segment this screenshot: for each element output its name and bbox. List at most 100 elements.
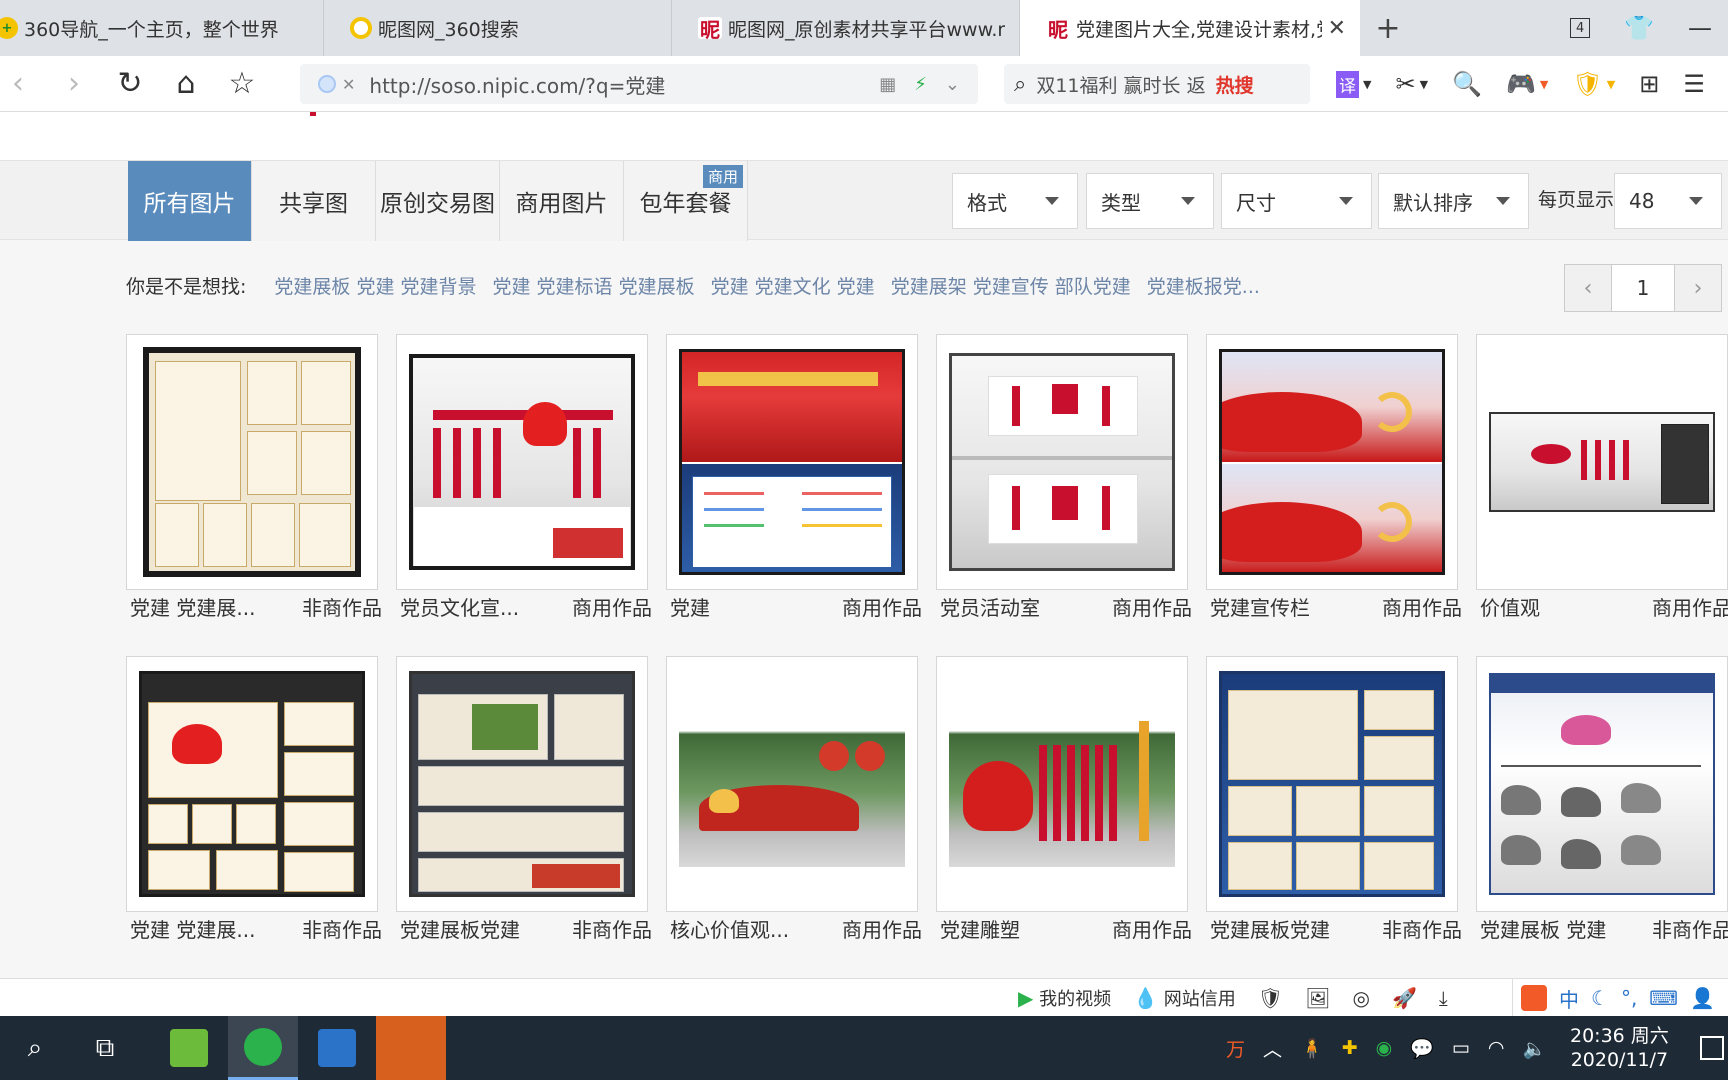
result-title[interactable]: 党建雕塑 — [940, 914, 1020, 944]
taskbar-app-360browser[interactable] — [228, 1016, 298, 1080]
result-thumbnail[interactable] — [409, 671, 635, 897]
volume-icon[interactable]: 🔈 — [1522, 1037, 1546, 1060]
tab-original-trade[interactable]: 原创交易图 — [376, 161, 500, 241]
result-thumbnail[interactable] — [1219, 671, 1445, 897]
tab-all-images[interactable]: 所有图片 — [128, 161, 252, 241]
home-button[interactable]: ⌂ — [158, 56, 214, 112]
result-thumbnail[interactable] — [139, 671, 365, 897]
speed-icon[interactable]: ◎ — [1353, 986, 1370, 1010]
user-icon[interactable]: 👤 — [1690, 986, 1715, 1010]
taskbar-app-wps[interactable] — [302, 1016, 372, 1080]
sogou-logo-icon[interactable] — [1521, 985, 1547, 1011]
result-thumbnail[interactable] — [949, 701, 1175, 867]
result-title[interactable]: 党员活动室 — [940, 592, 1040, 622]
suggestion-link[interactable]: 党建展架 党建宣传 部队党建 — [891, 272, 1131, 299]
battery-icon[interactable]: ▭ — [1452, 1037, 1470, 1059]
chevron-down-icon[interactable]: ⌄ — [945, 74, 960, 95]
result-thumbnail[interactable] — [1489, 673, 1715, 895]
tab-shared[interactable]: 共享图 — [252, 161, 376, 241]
scissors-icon[interactable]: ✂ ▼ — [1395, 70, 1428, 98]
menu-icon[interactable]: ☰ — [1683, 70, 1705, 98]
browser-tab-active[interactable]: 昵 党建图片大全,党建设计素材,党建 ✕ — [1020, 0, 1360, 56]
search-box[interactable]: ⌕ 双11福利 赢时长 返 热搜 — [1004, 64, 1310, 104]
result-card[interactable] — [396, 656, 648, 912]
game-icon[interactable]: 🎮 ▼ — [1506, 70, 1548, 98]
result-card[interactable] — [1206, 656, 1458, 912]
coin-icon[interactable]: 🛡 ▼ — [1572, 70, 1615, 98]
site-credit-button[interactable]: 💧 网站信用 — [1133, 985, 1236, 1011]
download-icon[interactable]: ⤓ — [1439, 986, 1448, 1010]
wechat-icon[interactable]: 💬 — [1410, 1037, 1434, 1060]
result-title[interactable]: 党建展板 党建 — [1480, 914, 1606, 944]
shirt-icon[interactable]: 👕 — [1624, 14, 1654, 42]
rocket-icon[interactable]: 🚀 — [1392, 986, 1417, 1010]
browser-tab-nipic[interactable]: 昵 昵图网_原创素材共享平台www.r — [672, 0, 1020, 56]
page-number-input[interactable]: 1 — [1611, 265, 1675, 311]
type-select[interactable]: 类型 — [1086, 173, 1214, 229]
result-card[interactable] — [1206, 334, 1458, 590]
tray-360-icon[interactable]: ✚ — [1342, 1037, 1358, 1059]
hot-search-label[interactable]: 热搜 — [1216, 71, 1254, 98]
favorite-star-button[interactable]: ☆ — [214, 56, 270, 112]
size-select[interactable]: 尺寸 — [1221, 173, 1372, 229]
ime-language[interactable]: 中 — [1559, 984, 1579, 1013]
suggestion-link[interactable]: 党建 党建标语 党建展板 — [493, 272, 695, 299]
result-thumbnail[interactable] — [409, 354, 635, 570]
result-card[interactable] — [666, 656, 918, 912]
tab-annual-package[interactable]: 包年套餐 商用 — [624, 161, 748, 241]
tray-app-icon[interactable]: 🧍 — [1300, 1037, 1324, 1060]
suggestion-link[interactable]: 党建展板 党建 党建背景 — [274, 272, 476, 299]
result-card[interactable] — [936, 334, 1188, 590]
next-page-button[interactable]: › — [1675, 265, 1721, 311]
apps-grid-icon[interactable]: ⊞ — [1639, 70, 1659, 98]
result-card[interactable] — [126, 656, 378, 912]
url-text[interactable]: http://soso.nipic.com/?q=党建 — [369, 70, 879, 99]
result-card[interactable] — [1476, 656, 1728, 912]
sort-select[interactable]: 默认排序 — [1378, 173, 1529, 229]
browser-tab-360nav[interactable]: + 360导航_一个主页，整个世界 — [0, 0, 324, 56]
clock[interactable]: 20:36 周六 2020/11/7 — [1570, 1024, 1669, 1072]
format-select[interactable]: 格式 — [952, 173, 1078, 229]
tab-count-badge[interactable]: 4 — [1570, 18, 1591, 38]
close-tab-icon[interactable]: ✕ — [1328, 16, 1346, 41]
browser-tab-360search[interactable]: 昵图网_360搜索 — [324, 0, 672, 56]
security-icon[interactable] — [318, 75, 336, 93]
tray-browser-icon[interactable]: ◉ — [1376, 1037, 1393, 1059]
ime-tray-icon[interactable]: 万 — [1226, 1035, 1245, 1062]
result-title[interactable]: 价值观 — [1480, 592, 1540, 622]
reload-button[interactable]: ↻ — [102, 56, 158, 112]
address-bar[interactable]: ✕ http://soso.nipic.com/?q=党建 ▦ ⚡ ⌄ — [300, 64, 978, 104]
result-card[interactable] — [666, 334, 918, 590]
task-view-icon[interactable]: ⧉ — [70, 1016, 140, 1080]
result-thumbnail[interactable] — [1489, 412, 1715, 512]
result-title[interactable]: 党建展板党建 — [400, 914, 520, 944]
magnifier-icon[interactable]: 🔍 — [1452, 70, 1482, 98]
per-page-select[interactable]: 48 — [1614, 173, 1722, 229]
taskbar-app-recorder[interactable] — [376, 1016, 446, 1080]
tray-chevron-icon[interactable]: ︿ — [1263, 1035, 1282, 1062]
my-video-button[interactable]: ▶ 我的视频 — [1018, 985, 1111, 1011]
result-card[interactable] — [936, 656, 1188, 912]
shield-icon[interactable]: 🛡 — [1258, 986, 1283, 1010]
result-thumbnail[interactable] — [1219, 349, 1445, 575]
result-title[interactable]: 党建展板党建 — [1210, 914, 1330, 944]
result-title[interactable]: 党建 党建展... — [130, 592, 255, 622]
keyboard-icon[interactable]: ⌨ — [1649, 986, 1678, 1010]
minimize-icon[interactable]: — — [1688, 14, 1712, 42]
result-card[interactable] — [1476, 334, 1728, 590]
qr-code-icon[interactable]: ▦ — [879, 74, 896, 95]
prev-page-button[interactable]: ‹ — [1565, 265, 1611, 311]
suggestion-link[interactable]: 党建 党建文化 党建 — [711, 272, 875, 299]
result-title[interactable]: 党建宣传栏 — [1210, 592, 1310, 622]
lightning-icon[interactable]: ⚡ — [914, 74, 927, 95]
moon-icon[interactable]: ☾ — [1591, 986, 1609, 1010]
result-title[interactable]: 党建 党建展... — [130, 914, 255, 944]
back-button[interactable]: ‹ — [0, 56, 46, 112]
result-card[interactable] — [396, 334, 648, 590]
result-thumbnail[interactable] — [949, 353, 1175, 571]
notification-icon[interactable] — [1700, 1036, 1724, 1060]
taskbar-app-green[interactable] — [154, 1016, 224, 1080]
result-title[interactable]: 党员文化宣... — [400, 592, 519, 622]
result-card[interactable] — [126, 334, 378, 590]
result-thumbnail[interactable] — [679, 349, 905, 575]
